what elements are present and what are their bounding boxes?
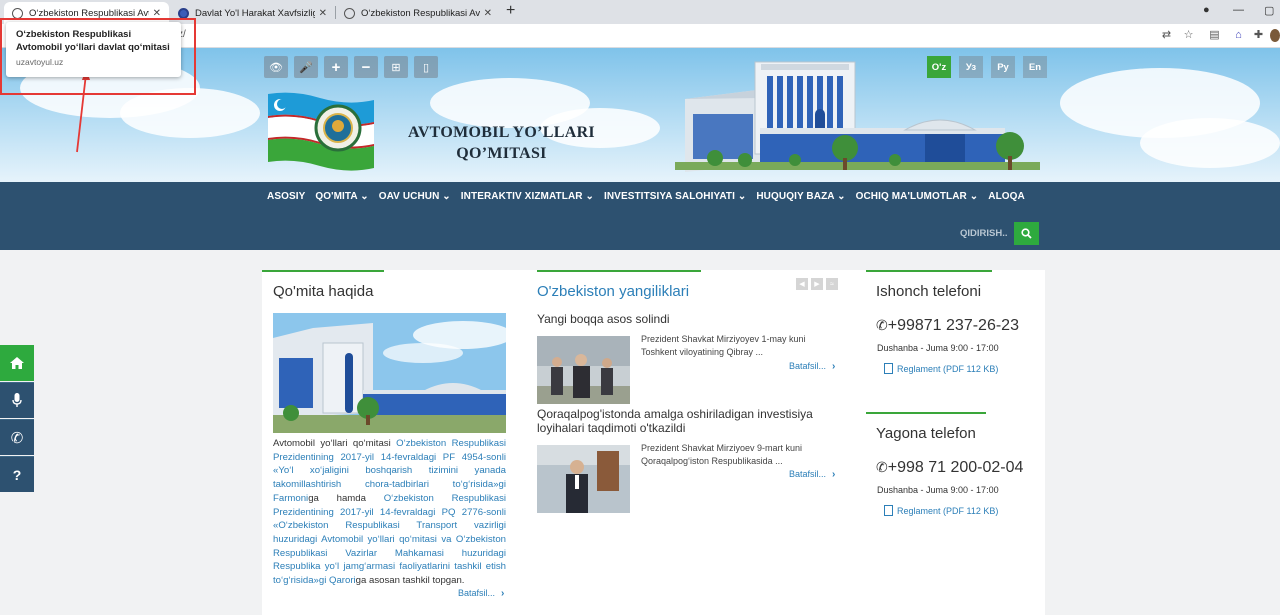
- nav-item-legal-base[interactable]: HUQUQIY BAZA ⌄: [751, 191, 850, 202]
- home-button[interactable]: [0, 345, 34, 381]
- rss-icon[interactable]: ≈: [826, 278, 838, 290]
- single-phone-heading: Yagona telefon: [876, 425, 976, 442]
- news-item-title[interactable]: Qoraqalpog'istonda amalga oshiriladigan …: [537, 407, 837, 435]
- phone-icon: ✆: [10, 429, 24, 447]
- cloud: [120, 88, 260, 138]
- search-input[interactable]: QIDIRISH..: [960, 228, 1008, 239]
- close-icon[interactable]: ✕: [153, 8, 161, 19]
- cloud: [1140, 118, 1280, 168]
- nav-item-investment[interactable]: INVESTITSIYA SALOHIYATI ⌄: [599, 191, 751, 202]
- single-phone-hours: Dushanba - Juma 9:00 - 17:00: [877, 485, 999, 495]
- trust-phone-number[interactable]: ✆+99871 237-26-23: [876, 317, 1019, 335]
- news-item-desc: Prezident Shavkat Mirziyoev 9-mart kuni …: [641, 443, 803, 466]
- nav-item-media[interactable]: OAV UCHUN ⌄: [374, 191, 456, 202]
- trust-reglament-link[interactable]: Reglament (PDF 112 KB): [884, 363, 998, 374]
- extension-icon[interactable]: ▤: [1208, 29, 1221, 42]
- news-more-link[interactable]: Batafsil... ›: [789, 469, 835, 480]
- home-icon: [10, 357, 24, 369]
- news-item-title[interactable]: Yangi boqqa asos solindi: [537, 312, 837, 326]
- help-button[interactable]: ?: [0, 456, 34, 492]
- question-icon: ?: [12, 466, 22, 483]
- tab-title: O‘zbekiston Respublikasi Avtomo: [361, 7, 480, 19]
- profile-menu-icon[interactable]: ●: [1203, 4, 1210, 16]
- news-heading: O'zbekiston yangiliklari: [537, 283, 690, 300]
- about-image[interactable]: [273, 313, 506, 433]
- site-favicon-icon: [178, 7, 189, 19]
- sitemap-icon[interactable]: ⊞: [384, 56, 408, 78]
- chevron-right-icon: ›: [832, 469, 836, 480]
- zoom-in-icon[interactable]: +: [324, 56, 348, 78]
- trust-phone-hours: Dushanba - Juma 9:00 - 17:00: [877, 343, 999, 353]
- about-more-link[interactable]: Batafsil... ›: [458, 588, 504, 599]
- tab-title: Davlat Yo'l Harakat Xavfsizligi Xiz: [195, 7, 315, 19]
- zoom-out-icon[interactable]: −: [354, 56, 378, 78]
- news-image[interactable]: [537, 445, 630, 513]
- phone-icon: ✆: [876, 459, 888, 475]
- close-icon[interactable]: ✕: [319, 8, 327, 19]
- uzbekistan-flag-emblem: [268, 92, 374, 171]
- maximize-icon[interactable]: ▢: [1264, 4, 1274, 17]
- globe-icon: [344, 7, 355, 19]
- tooltip-url: uzavtoyul.uz: [16, 57, 64, 67]
- search-box[interactable]: QIDIRISH..: [960, 222, 1039, 245]
- puzzle-icon[interactable]: ✚: [1252, 29, 1265, 42]
- pdf-icon: [884, 505, 893, 516]
- about-heading: Qo'mita haqida: [273, 283, 374, 300]
- main-nav: ASOSIY QO'MITA ⌄ OAV UCHUN ⌄ INTERAKTIV …: [0, 182, 1280, 250]
- minimize-icon[interactable]: —: [1233, 4, 1244, 16]
- about-heading-rule: [262, 270, 384, 272]
- site-title[interactable]: AVTOMOBIL YO’LLARI QO’MITASI: [384, 122, 619, 164]
- news-item-desc: Prezident Shavkat Mirziyoyev 1-may kuni …: [641, 334, 806, 357]
- building-illustration: [675, 61, 1040, 172]
- browser-tab-3[interactable]: O‘zbekiston Respublikasi Avtomo ✕: [336, 2, 500, 24]
- single-phone-number[interactable]: ✆+998 71 200-02-04: [876, 459, 1023, 477]
- news-more-link[interactable]: Batafsil... ›: [789, 361, 835, 372]
- nav-item-committee[interactable]: QO'MITA ⌄: [310, 191, 373, 202]
- next-icon[interactable]: ▶: [811, 278, 823, 290]
- nav-item-interactive-services[interactable]: INTERAKTIV XIZMATLAR ⌄: [456, 191, 599, 202]
- translate-icon[interactable]: ⇄: [1160, 29, 1173, 42]
- tab-hover-tooltip: O‘zbekiston Respublikasi Avtomobil yo‘ll…: [6, 22, 181, 77]
- accessibility-toolbar: 👁 🎤 + − ⊞ ▯: [264, 56, 438, 78]
- single-heading-rule: [866, 412, 986, 414]
- prev-icon[interactable]: ◀: [796, 278, 808, 290]
- nav-item-home[interactable]: ASOSIY: [262, 191, 310, 202]
- news-controls: ◀ ▶ ≈: [796, 278, 838, 290]
- chevron-right-icon: ›: [832, 361, 836, 372]
- mobile-icon[interactable]: ▯: [414, 56, 438, 78]
- pdf-icon: [884, 363, 893, 374]
- resolution-link[interactable]: O‘zbekiston Respublikasi Prezidentining …: [273, 493, 506, 586]
- avatar[interactable]: [1270, 29, 1280, 42]
- trust-heading-rule: [866, 270, 992, 272]
- about-text: Avtomobil yo‘llari qo‘mitasi O‘zbekiston…: [273, 438, 506, 587]
- eye-icon[interactable]: 👁: [264, 56, 288, 78]
- news-image[interactable]: [537, 336, 630, 404]
- trust-phone-heading: Ishonch telefoni: [876, 283, 982, 300]
- microphone-icon: [12, 393, 22, 407]
- voice-button[interactable]: [0, 382, 34, 418]
- chevron-right-icon: ›: [501, 588, 505, 599]
- tooltip-title: O‘zbekiston Respublikasi Avtomobil yo‘ll…: [16, 29, 170, 53]
- close-icon[interactable]: ✕: [484, 8, 492, 19]
- single-reglament-link[interactable]: Reglament (PDF 112 KB): [884, 505, 998, 516]
- search-button[interactable]: [1013, 222, 1039, 245]
- star-icon[interactable]: ☆: [1182, 29, 1195, 42]
- nav-item-open-data[interactable]: OCHIQ MA'LUMOTLAR ⌄: [851, 191, 984, 202]
- microphone-icon[interactable]: 🎤: [294, 56, 318, 78]
- news-heading-rule: [537, 270, 701, 272]
- call-button[interactable]: ✆: [0, 419, 34, 455]
- search-icon: [1020, 228, 1032, 239]
- extension-2-icon[interactable]: ⌂: [1232, 29, 1245, 42]
- new-tab-button[interactable]: +: [506, 2, 515, 20]
- nav-item-contact[interactable]: ALOQA: [983, 191, 1030, 202]
- phone-icon: ✆: [876, 317, 888, 333]
